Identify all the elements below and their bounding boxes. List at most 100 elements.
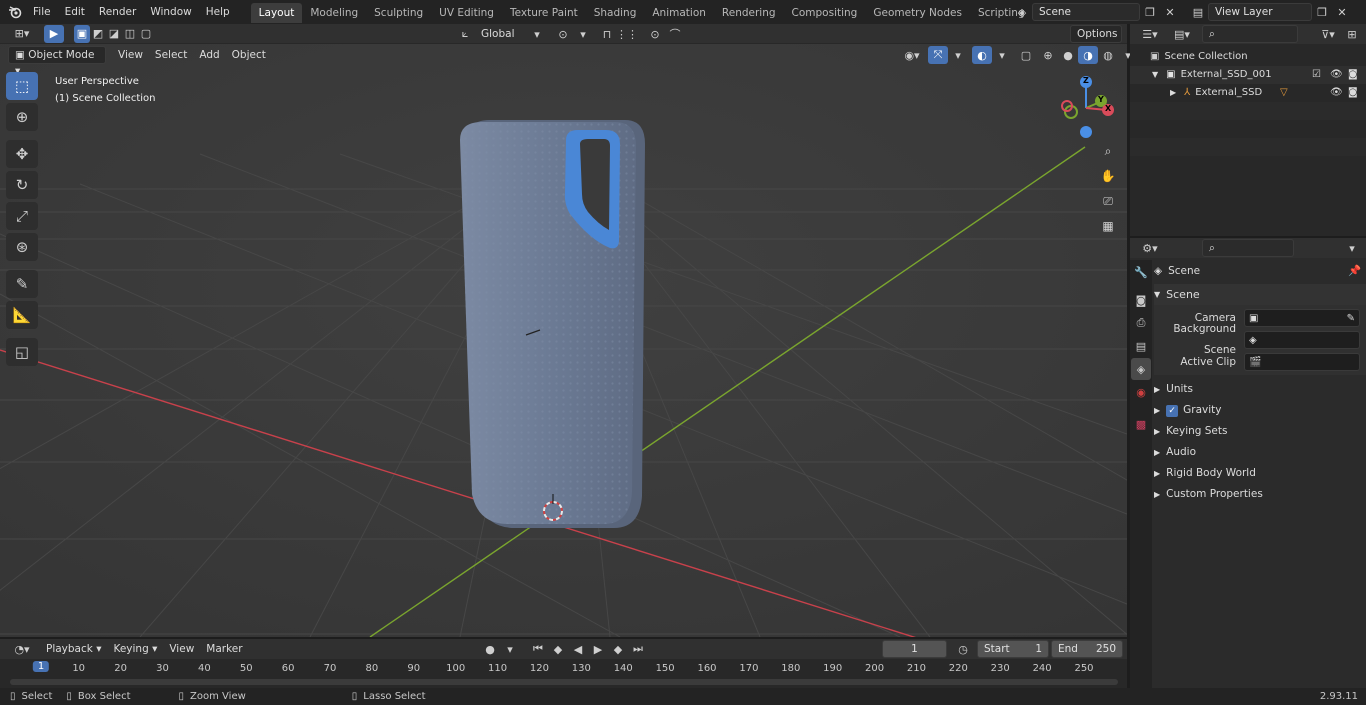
measure-tool-icon[interactable]: 📐 [6, 301, 38, 329]
select-mode-intersect-icon[interactable]: ▢ [138, 25, 154, 43]
tab-rendering[interactable]: Rendering [714, 3, 784, 23]
display-mode-icon[interactable]: ▤▾ [1168, 25, 1196, 43]
exclude-checkbox-icon[interactable]: ☑ [1312, 66, 1321, 84]
rotate-tool-icon[interactable]: ↻ [6, 171, 38, 199]
tab-uv-editing[interactable]: UV Editing [431, 3, 502, 23]
marker-menu[interactable]: Marker [200, 640, 248, 658]
eye-icon[interactable]: 👁 [1330, 66, 1343, 84]
properties-editor-type-icon[interactable]: ⚙▾ [1136, 239, 1164, 257]
menu-view[interactable]: View [112, 46, 149, 64]
external-ssd-object[interactable] [460, 120, 645, 529]
annotate-tool-icon[interactable]: ✎ [6, 270, 38, 298]
gizmo-toggle-icon[interactable]: ⤧ [928, 46, 948, 64]
audio-section[interactable]: ▶ Audio [1154, 442, 1366, 463]
3d-viewport[interactable]: User Perspective (1) Scene Collection Z … [0, 44, 1127, 637]
select-mode-invert-icon[interactable]: ◫ [122, 25, 138, 43]
select-mode-subtract-icon[interactable]: ◪ [106, 25, 122, 43]
properties-search-input[interactable]: ⌕ [1202, 239, 1294, 257]
proportional-edit-icon[interactable]: ⊙ [645, 25, 665, 43]
timeline-editor-type-icon[interactable]: ◔▾ [8, 640, 36, 658]
active-clip-field[interactable]: 🎬 [1244, 353, 1360, 371]
editor-type-icon[interactable]: ⊞▾ [8, 25, 36, 43]
scale-tool-icon[interactable]: ⤢ [6, 202, 38, 230]
tab-texture-paint[interactable]: Texture Paint [502, 3, 586, 23]
remove-view-layer-icon[interactable]: ✕ [1332, 3, 1352, 21]
camera-render-icon[interactable]: ◙ [1348, 66, 1358, 84]
menu-window[interactable]: Window [143, 0, 198, 24]
tab-layout[interactable]: Layout [250, 3, 303, 23]
cursor-tool-icon[interactable]: ⊕ [6, 103, 38, 131]
tab-shading[interactable]: Shading [586, 3, 645, 23]
view-layer-field[interactable]: View Layer [1208, 3, 1312, 21]
menu-render[interactable]: Render [92, 0, 143, 24]
jump-start-icon[interactable]: ⏮ [528, 640, 548, 658]
background-scene-field[interactable]: ◈ [1244, 331, 1360, 349]
menu-help[interactable]: Help [199, 0, 237, 24]
start-frame-field[interactable]: Start 1 [977, 640, 1049, 658]
outliner-row-external-ssd-001[interactable]: ▼ ▣ External_SSD_001 ☑ 👁 ◙ [1130, 66, 1366, 84]
new-scene-icon[interactable]: ❐ [1140, 3, 1160, 21]
current-frame-field[interactable]: 1 [882, 640, 947, 658]
keying-sets-section[interactable]: ▶ Keying Sets [1154, 421, 1366, 442]
camera-view-icon[interactable]: ⎚ [1097, 190, 1119, 212]
playback-menu[interactable]: Playback ▾ [40, 640, 107, 658]
new-collection-icon[interactable]: ⊞ [1342, 25, 1362, 43]
pivot-point-icon[interactable]: ⊙ [553, 25, 573, 43]
orientation-dropdown[interactable]: Global [475, 25, 527, 43]
tab-geometry-nodes[interactable]: Geometry Nodes [865, 3, 970, 23]
select-mode-new-icon[interactable]: ▣ [74, 24, 90, 43]
move-tool-icon[interactable]: ✥ [6, 140, 38, 168]
frame-ruler[interactable]: 1 10 20 30 40 50 60 70 80 90 100 110 120 130 140 150 160… [0, 661, 1127, 677]
options-dropdown[interactable]: Options ▾ [1070, 25, 1122, 56]
snap-target-icon[interactable]: ⋮⋮ [616, 25, 638, 43]
units-section[interactable]: ▶ Units [1154, 379, 1366, 400]
pan-hand-icon[interactable]: ✋ [1097, 165, 1119, 187]
menu-file[interactable]: File [26, 0, 58, 24]
tab-compositing[interactable]: Compositing [784, 3, 866, 23]
transform-tool-icon[interactable]: ⊛ [6, 233, 38, 261]
camera-field[interactable]: ▣ ✎ [1244, 309, 1360, 327]
timeline-scrollbar[interactable] [10, 679, 1118, 685]
menu-edit[interactable]: Edit [58, 0, 92, 24]
pin-icon[interactable]: 📌 [1348, 261, 1361, 282]
scene-panel-header[interactable]: ▼ Scene [1154, 284, 1366, 305]
xray-toggle-icon[interactable]: ▢ [1016, 46, 1036, 64]
rigid-body-world-section[interactable]: ▶ Rigid Body World [1154, 463, 1366, 484]
next-keyframe-icon[interactable]: ◆ [608, 640, 628, 658]
filter-icon[interactable]: ⊽▾ [1314, 25, 1342, 43]
outliner-row-scene-collection[interactable]: ▣ Scene Collection [1130, 48, 1366, 66]
outliner-row-external-ssd[interactable]: ▶ ⅄ External_SSD ▽ 👁 ◙ [1130, 84, 1366, 102]
render-tab-icon[interactable]: ◙ [1131, 289, 1151, 311]
overlays-toggle-icon[interactable]: ◐ [972, 46, 992, 64]
menu-add[interactable]: Add [193, 46, 225, 64]
select-box-tool-icon[interactable]: ⬚ [6, 72, 38, 100]
play-reverse-icon[interactable]: ◀ [568, 640, 588, 658]
visibility-filter-icon[interactable]: ◉▾ [902, 46, 922, 64]
keying-menu[interactable]: Keying ▾ [107, 640, 163, 658]
navigation-gizmo[interactable]: Z Y X [1052, 72, 1122, 142]
snap-toggle-icon[interactable]: ⊓ [597, 25, 617, 43]
end-frame-field[interactable]: End 250 [1051, 640, 1123, 658]
transform-orientation-icon[interactable]: ⟀ [455, 25, 475, 43]
jump-end-icon[interactable]: ⏭ [628, 640, 648, 658]
play-icon[interactable]: ▶ [588, 640, 608, 658]
material-shading-icon[interactable]: ◑ [1078, 46, 1098, 64]
world-tab-icon[interactable]: ◉ [1131, 381, 1151, 403]
menu-select[interactable]: Select [149, 46, 193, 64]
wireframe-shading-icon[interactable]: ⊕ [1038, 46, 1058, 64]
view-layer-selector-icon[interactable]: ▤ [1188, 3, 1208, 21]
texture-tab-icon[interactable]: ▩ [1131, 413, 1151, 435]
modifier-icon[interactable]: ▽ [1280, 84, 1288, 102]
custom-properties-section[interactable]: ▶ Custom Properties [1154, 484, 1366, 505]
view-layer-tab-icon[interactable]: ▤ [1131, 335, 1151, 357]
record-icon[interactable]: ● [480, 640, 500, 658]
eyedropper-icon[interactable]: ✎ [1347, 308, 1355, 329]
expand-right-icon[interactable]: ▶ [1170, 84, 1176, 102]
gravity-section[interactable]: ▶ ✓ Gravity [1154, 400, 1366, 421]
output-tab-icon[interactable]: ⎙ [1131, 312, 1151, 334]
tool-tab-icon[interactable]: 🔧 [1131, 261, 1151, 283]
perspective-toggle-icon[interactable]: ▦ [1097, 215, 1119, 237]
remove-scene-icon[interactable]: ✕ [1160, 3, 1180, 21]
expand-down-icon[interactable]: ▼ [1152, 66, 1158, 84]
zoom-icon[interactable]: ⌕ [1097, 140, 1119, 162]
